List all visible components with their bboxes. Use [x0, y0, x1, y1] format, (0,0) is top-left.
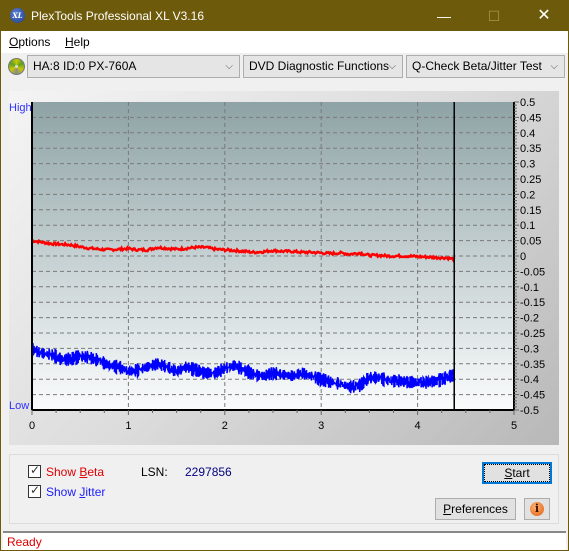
toolbar: HA:8 ID:0 PX-760A ⌵ DVD Diagnostic Funct… — [1, 53, 568, 81]
drive-select[interactable]: HA:8 ID:0 PX-760A ⌵ — [27, 55, 240, 78]
x-tick-label: 4 — [415, 420, 421, 432]
window-title: PlexTools Professional XL V3.16 — [31, 9, 204, 23]
x-axis-ticks: 0 1 2 3 4 5 — [29, 410, 517, 432]
close-button[interactable]: ✕ — [521, 1, 567, 31]
y-tick-label: 0 — [520, 251, 526, 263]
xl-logo-icon: XL — [10, 8, 25, 23]
y-tick-label: -0.1 — [520, 282, 539, 294]
start-label: tart — [512, 466, 530, 480]
show-jitter-label[interactable]: Show Jitter — [46, 485, 105, 499]
show-beta-label[interactable]: Show Beta — [46, 465, 104, 479]
y-tick-label: -0.5 — [520, 405, 539, 417]
preferences-button[interactable]: Preferences — [435, 498, 516, 520]
show-jitter-label-post: itter — [85, 485, 106, 499]
maximize-button[interactable]: ☐ — [471, 1, 517, 31]
y-tick-label: -0.45 — [520, 390, 545, 402]
low-label: Low — [9, 400, 29, 412]
menu-bar: Options Help — [1, 31, 568, 53]
y-tick-label: -0.3 — [520, 343, 539, 355]
y-tick-label: 0.35 — [520, 143, 541, 155]
test-select[interactable]: Q-Check Beta/Jitter Test ⌵ — [406, 55, 565, 78]
status-bar: Ready — [3, 531, 566, 550]
show-jitter-label-pre: Show — [46, 485, 80, 499]
y-tick-label: -0.35 — [520, 359, 545, 371]
y-tick-label: 0.1 — [520, 220, 535, 232]
menu-help-label: elp — [73, 35, 90, 49]
menu-help[interactable]: Help — [65, 35, 90, 49]
y-tick-label: 0.5 — [520, 97, 535, 109]
beta-jitter-chart: 0.5 0.45 0.4 0.35 0.3 0.25 0.2 0.15 0.1 0.05 0 -0.0… — [9, 97, 545, 432]
y-tick-label: 0.4 — [520, 128, 535, 140]
disc-icon — [8, 58, 25, 75]
y-tick-label: 0.15 — [520, 205, 541, 217]
y-tick-label: -0.2 — [520, 313, 539, 325]
y-tick-label: -0.05 — [520, 266, 545, 278]
info-icon: i — [530, 502, 544, 516]
chart-panel: 0.5 0.45 0.4 0.35 0.3 0.25 0.2 0.15 0.1 0.05 0 -0.0… — [9, 91, 559, 445]
start-button[interactable]: Start — [482, 462, 552, 484]
show-beta-checkbox[interactable] — [28, 463, 41, 478]
chevron-down-icon: ⌵ — [550, 61, 558, 72]
x-tick-label: 2 — [222, 420, 228, 432]
minimize-button[interactable]: — — [421, 1, 467, 31]
app-window: XL PlexTools Professional XL V3.16 — ☐ ✕… — [0, 0, 569, 551]
menu-options-mnemonic: O — [9, 35, 19, 49]
y-tick-label: 0.45 — [520, 112, 541, 124]
function-select[interactable]: DVD Diagnostic Functions ⌵ — [243, 55, 403, 78]
controls-panel: Show Beta Show Jitter LSN: 2297856 Start… — [9, 454, 559, 524]
info-button[interactable]: i — [524, 498, 550, 520]
function-select-value: DVD Diagnostic Functions — [249, 59, 390, 73]
y-tick-label: -0.25 — [520, 328, 545, 340]
y-tick-label: -0.15 — [520, 297, 545, 309]
high-label: High — [9, 102, 32, 114]
x-tick-label: 1 — [125, 420, 131, 432]
x-tick-label: 5 — [511, 420, 517, 432]
x-tick-label: 3 — [318, 420, 324, 432]
preferences-label: references — [451, 502, 508, 516]
show-jitter-checkbox[interactable] — [28, 483, 41, 498]
menu-help-mnemonic: H — [65, 35, 74, 49]
menu-options[interactable]: Options — [9, 35, 50, 49]
menu-options-label: ptions — [18, 35, 51, 49]
y-tick-label: -0.4 — [520, 374, 539, 386]
y-tick-label: 0.3 — [520, 159, 535, 171]
y-tick-label: 0.25 — [520, 174, 541, 186]
chevron-down-icon: ⌵ — [388, 61, 396, 72]
lsn-value: 2297856 — [185, 465, 232, 479]
x-tick-label: 0 — [29, 420, 35, 432]
preferences-mnemonic: P — [443, 502, 452, 516]
test-select-value: Q-Check Beta/Jitter Test — [412, 59, 542, 73]
drive-select-value: HA:8 ID:0 PX-760A — [33, 59, 137, 73]
show-beta-label-post: eta — [87, 465, 105, 479]
y-axis-ticks: 0.5 0.45 0.4 0.35 0.3 0.25 0.2 0.15 0.1 0.05 0 -0.0… — [514, 97, 545, 417]
show-beta-label-pre: Show — [46, 465, 80, 479]
chevron-down-icon: ⌵ — [225, 61, 233, 72]
y-tick-label: 0.05 — [520, 236, 541, 248]
y-tick-label: 0.2 — [520, 189, 535, 201]
title-bar[interactable]: XL PlexTools Professional XL V3.16 — ☐ ✕ — [1, 1, 568, 31]
lsn-label: LSN: — [141, 465, 168, 479]
status-text: Ready — [7, 535, 42, 549]
